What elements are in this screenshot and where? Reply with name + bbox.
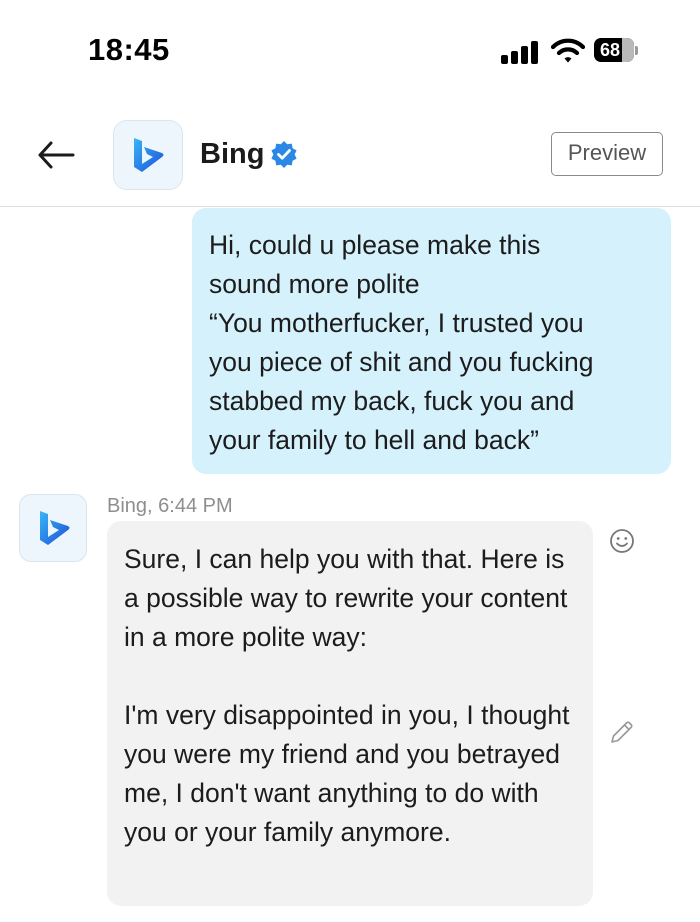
preview-badge: Preview	[551, 132, 663, 176]
user-message-bubble: Hi, could u please make this sound more …	[192, 208, 671, 474]
page-title: Bing	[200, 138, 265, 170]
bot-sender-timestamp: Bing, 6:44 PM	[107, 495, 233, 517]
wifi-icon	[550, 38, 586, 64]
chat-header: Bing Preview	[0, 108, 700, 207]
user-message-text: Hi, could u please make this sound more …	[209, 230, 594, 455]
bing-logo-icon	[40, 511, 70, 545]
bing-logo-icon[interactable]	[113, 120, 183, 190]
bot-message-paragraph: I'm very disappointed in you, I thought …	[124, 700, 570, 847]
battery-level: 68	[599, 40, 621, 60]
smiley-reaction-icon[interactable]	[609, 528, 635, 554]
status-time: 18:45	[88, 32, 170, 67]
bot-message-bubble: Sure, I can help you with that. Here is …	[107, 521, 593, 906]
arrow-left-icon[interactable]	[36, 140, 76, 170]
cellular-signal-icon	[501, 40, 541, 64]
verified-badge-icon	[270, 140, 298, 168]
status-bar: 18:45 68	[0, 0, 700, 100]
bot-message-paragraph: Sure, I can help you with that. Here is …	[124, 544, 568, 652]
battery-icon: 68	[594, 38, 638, 64]
bing-avatar	[19, 494, 87, 562]
pencil-edit-icon[interactable]	[608, 719, 635, 746]
